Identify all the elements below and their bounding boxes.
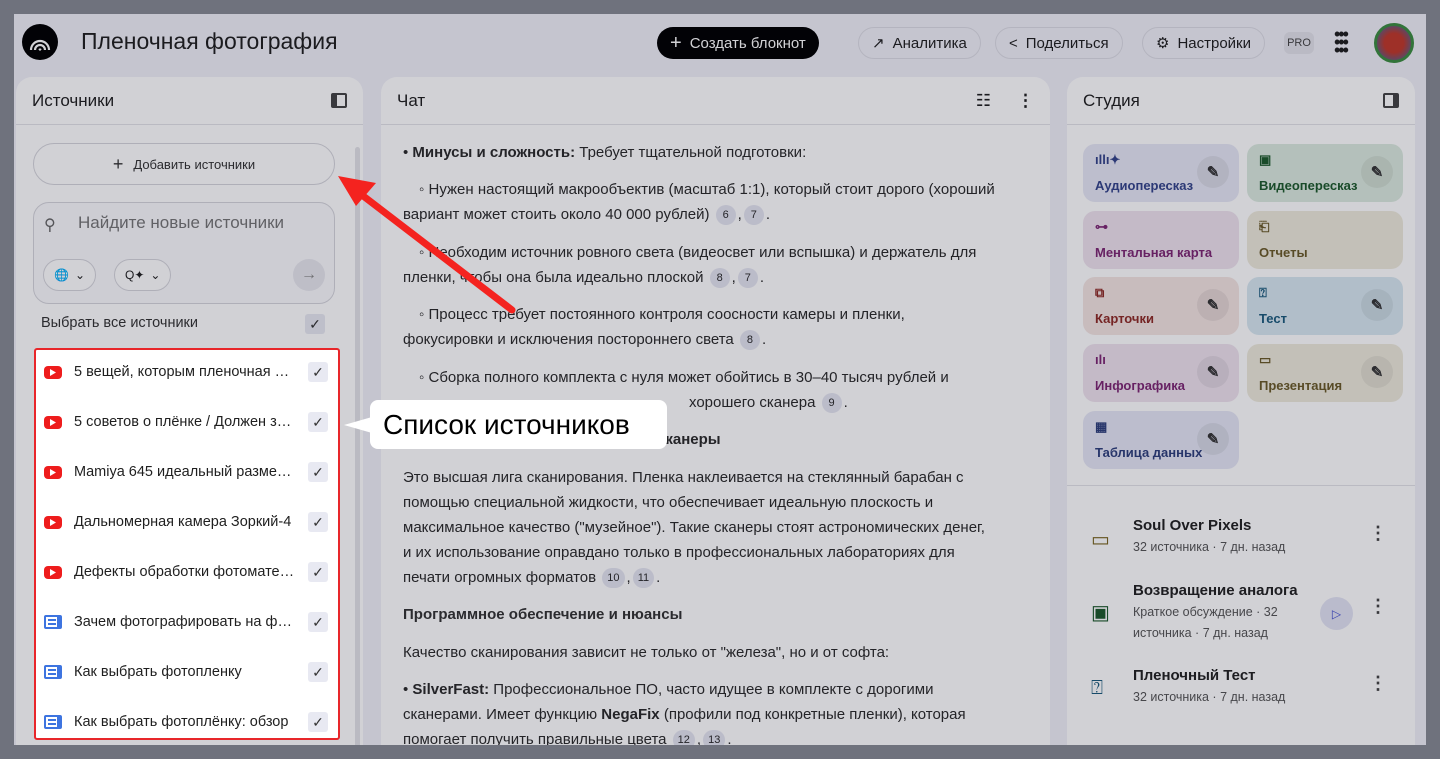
annotation-callout: Список источников — [344, 400, 667, 449]
annotation-arrow — [338, 176, 516, 314]
